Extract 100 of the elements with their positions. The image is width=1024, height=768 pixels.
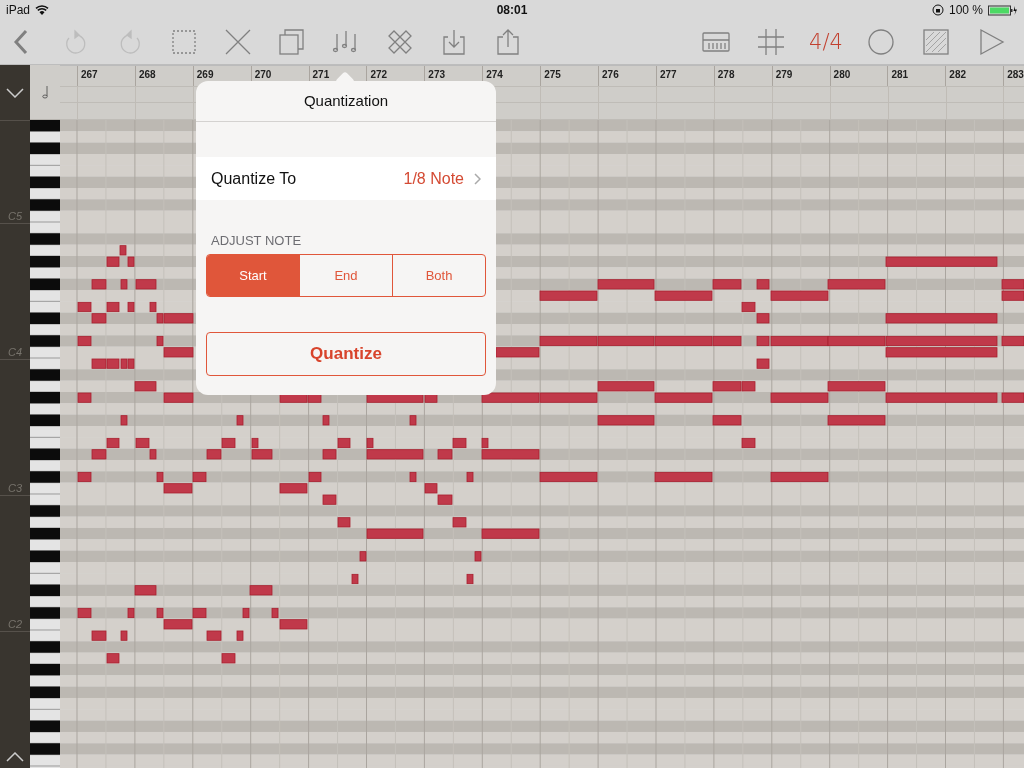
- measure-number: 277: [659, 69, 677, 80]
- measure-number: 282: [949, 69, 967, 80]
- midi-note[interactable]: [322, 494, 337, 505]
- midi-note[interactable]: [156, 607, 164, 618]
- midi-note[interactable]: [351, 573, 359, 584]
- midi-note[interactable]: [120, 630, 128, 641]
- midi-note[interactable]: [106, 301, 120, 312]
- octave-label: C3: [7, 482, 23, 494]
- measure-number: 272: [370, 69, 388, 80]
- midi-note[interactable]: [242, 607, 250, 618]
- measure-number: 271: [312, 69, 330, 80]
- midi-note[interactable]: [120, 415, 128, 426]
- midi-note[interactable]: [437, 494, 453, 505]
- measure-number: 281: [891, 69, 909, 80]
- measure-number: 270: [254, 69, 272, 80]
- measure-number: 279: [775, 69, 793, 80]
- midi-note[interactable]: [135, 437, 150, 448]
- midi-note[interactable]: [597, 335, 655, 346]
- midi-note[interactable]: [91, 630, 107, 641]
- midi-note[interactable]: [77, 471, 92, 482]
- midi-note[interactable]: [127, 301, 135, 312]
- popover-title: Quantization: [196, 81, 496, 122]
- midi-note[interactable]: [77, 335, 92, 346]
- segment-button[interactable]: Start: [207, 255, 299, 296]
- measure-number: 267: [81, 69, 98, 80]
- record-icon: [865, 26, 897, 58]
- midi-note[interactable]: [120, 358, 128, 369]
- midi-note[interactable]: [712, 335, 742, 346]
- octave-label: C5: [7, 210, 23, 222]
- midi-note[interactable]: [236, 630, 244, 641]
- chevron-up-icon[interactable]: [6, 752, 24, 762]
- midi-note[interactable]: [539, 471, 598, 482]
- midi-note[interactable]: [654, 471, 713, 482]
- midi-note[interactable]: [221, 437, 236, 448]
- midi-note[interactable]: [481, 437, 489, 448]
- midi-note[interactable]: [156, 471, 164, 482]
- octave-label: C4: [7, 346, 23, 358]
- region-icon: [920, 26, 952, 58]
- midi-note[interactable]: [127, 607, 135, 618]
- battery-icon: [988, 4, 1018, 16]
- midi-note[interactable]: [106, 437, 120, 448]
- midi-note[interactable]: [271, 607, 279, 618]
- midi-note[interactable]: [466, 471, 474, 482]
- measure-number: 278: [717, 69, 735, 80]
- segment-button[interactable]: End: [299, 255, 392, 296]
- segment-button[interactable]: Both: [392, 255, 485, 296]
- midi-note[interactable]: [452, 437, 467, 448]
- midi-note[interactable]: [337, 437, 351, 448]
- piano-keyboard-drawing[interactable]: [30, 119, 60, 768]
- chevron-right-icon: [474, 172, 481, 185]
- measure-number: 269: [196, 69, 214, 80]
- midi-note[interactable]: [452, 517, 467, 528]
- midi-note[interactable]: [156, 335, 164, 346]
- half-note-icon: [42, 84, 48, 99]
- measure-number: 276: [602, 69, 619, 80]
- measure-number: 273: [428, 69, 446, 80]
- midi-note[interactable]: [495, 347, 540, 358]
- midi-note[interactable]: [654, 335, 713, 346]
- midi-note[interactable]: [106, 653, 120, 664]
- midi-note[interactable]: [251, 437, 259, 448]
- midi-note[interactable]: [192, 607, 207, 618]
- midi-note[interactable]: [206, 630, 222, 641]
- measure-number: 268: [138, 69, 156, 80]
- midi-note[interactable]: [885, 335, 998, 346]
- midi-note[interactable]: [756, 335, 770, 346]
- rotation-lock-icon: [931, 4, 944, 16]
- quantize-button[interactable]: Quantize: [206, 332, 486, 376]
- midi-note[interactable]: [827, 335, 886, 346]
- midi-note[interactable]: [119, 245, 127, 256]
- midi-note[interactable]: [192, 471, 207, 482]
- octave-label: C2: [7, 618, 23, 630]
- midi-note[interactable]: [539, 335, 598, 346]
- device-name: iPad: [6, 3, 31, 17]
- measure-number: 283: [1007, 69, 1024, 80]
- midi-note[interactable]: [77, 607, 92, 618]
- midi-note[interactable]: [741, 301, 756, 312]
- measure-number: 280: [833, 69, 851, 80]
- midi-note[interactable]: [770, 471, 829, 482]
- quantize-to-row[interactable]: Quantize To 1/8 Note: [196, 157, 496, 200]
- midi-note[interactable]: [236, 415, 244, 426]
- midi-note[interactable]: [409, 415, 417, 426]
- midi-note[interactable]: [741, 437, 756, 448]
- midi-note[interactable]: [466, 573, 474, 584]
- measure-number: 275: [544, 69, 561, 80]
- midi-note[interactable]: [366, 437, 374, 448]
- midi-note[interactable]: [221, 653, 236, 664]
- time-signature-button[interactable]: 4/4: [804, 22, 848, 62]
- midi-note[interactable]: [481, 392, 540, 403]
- clock-time: 08:01: [496, 3, 528, 17]
- midi-note[interactable]: [409, 471, 417, 482]
- grid-icon: [755, 26, 787, 58]
- midi-note[interactable]: [308, 471, 322, 482]
- chevron-down-icon[interactable]: [6, 87, 24, 98]
- midi-note[interactable]: [756, 358, 770, 369]
- midi-note[interactable]: [322, 415, 330, 426]
- midi-note[interactable]: [149, 301, 157, 312]
- wifi-icon: [35, 4, 50, 16]
- battery-percent: 100 %: [948, 3, 983, 17]
- midi-note[interactable]: [77, 301, 92, 312]
- midi-note[interactable]: [770, 335, 829, 346]
